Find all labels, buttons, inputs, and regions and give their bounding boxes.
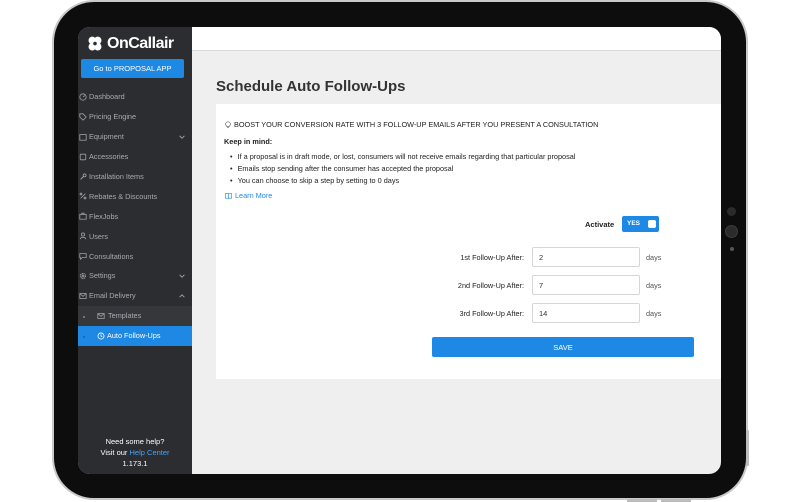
main-content: Schedule Auto Follow-Ups BOOST YOUR CONV…	[192, 51, 721, 474]
chevron-up-icon[interactable]	[178, 292, 186, 300]
page-title-prefix: Schedule	[216, 78, 283, 95]
lightbulb-icon	[225, 120, 231, 128]
go-to-proposal-app-button[interactable]: Go to PROPOSAL APP	[81, 59, 184, 78]
sidebar-item-dashboard[interactable]: Dashboard	[78, 87, 192, 107]
sidebar-item-flexjobs[interactable]: FlexJobs	[78, 206, 192, 226]
sidebar-item-label: Auto Follow-Ups	[107, 331, 161, 341]
sidebar-item-equipment[interactable]: Equipment	[78, 127, 192, 147]
activate-label: Activate	[585, 220, 615, 229]
activate-toggle[interactable]: YES	[622, 216, 659, 232]
page-title: Schedule Auto Follow-Ups	[216, 78, 405, 95]
chevron-down-icon[interactable]	[178, 272, 186, 280]
sidebar-item-label: Consultations	[89, 251, 134, 261]
help-prefix: Visit our	[100, 448, 128, 457]
sidebar-item-label: Email Delivery	[89, 291, 136, 301]
help-center-link[interactable]: Help Center	[130, 448, 170, 457]
dashboard-icon	[78, 92, 87, 101]
camera-lens	[725, 225, 738, 238]
sidebar: OnCallair Go to PROPOSAL APP Dashboard P…	[78, 27, 192, 474]
followup-2-input[interactable]: 7	[532, 275, 640, 295]
headline-text: BOOST YOUR CONVERSION RATE WITH 3 FOLLOW…	[234, 120, 599, 129]
sidebar-item-label: Installation Items	[89, 172, 144, 181]
mail-icon	[78, 291, 87, 300]
sidebar-item-users[interactable]: Users	[78, 226, 192, 246]
followup-2-label: 2nd Follow-Up After:	[457, 281, 524, 290]
briefcase-icon	[78, 212, 87, 221]
sidebar-item-label: Equipment	[89, 132, 124, 142]
followup-1-unit: days	[646, 253, 662, 262]
app-version: 1.173.1	[122, 459, 148, 468]
percent-icon	[78, 192, 87, 201]
learn-more-link[interactable]: Learn More	[224, 191, 272, 200]
followup-3-label: 3rd Follow-Up After:	[459, 309, 524, 318]
sidebar-subitem-templates[interactable]: Templates	[78, 305, 192, 326]
camera-dot	[727, 207, 736, 216]
gear-icon	[78, 271, 87, 280]
save-button[interactable]: SAVE	[432, 337, 694, 357]
sensor-dot	[730, 247, 734, 251]
bullet-dot	[83, 315, 85, 318]
users-icon	[78, 232, 87, 241]
sidebar-subitem-auto-follow-ups[interactable]: Auto Follow-Ups	[78, 325, 192, 346]
toggle-state-text: YES	[627, 220, 641, 227]
clock-icon	[96, 331, 105, 340]
sidebar-item-label: Accessories	[89, 152, 129, 162]
followup-2-unit: days	[646, 281, 662, 290]
chevron-down-icon[interactable]	[178, 133, 186, 141]
brand-name: OnCallair	[107, 35, 174, 52]
sidebar-item-email-delivery[interactable]: Email Delivery	[78, 286, 192, 306]
bullet-dot	[83, 335, 85, 338]
chat-icon	[78, 252, 87, 261]
sidebar-item-label: Templates	[108, 311, 142, 321]
sidebar-item-label: Users	[89, 231, 109, 241]
sidebar-item-settings[interactable]: Settings	[78, 266, 192, 286]
sidebar-item-consultations[interactable]: Consultations	[78, 246, 192, 266]
sidebar-item-label: Dashboard	[89, 92, 125, 102]
wrench-icon	[78, 172, 87, 181]
sidebar-item-label: Settings	[89, 271, 116, 281]
sidebar-item-installation-items[interactable]: Installation Items	[78, 167, 192, 187]
help-box: Need some help? Visit our Help Center 1.…	[78, 436, 192, 469]
puzzle-icon	[78, 152, 87, 161]
sidebar-item-rebates-discounts[interactable]: Rebates & Discounts	[78, 186, 192, 206]
clover-logo-icon	[86, 35, 104, 53]
followup-3-input[interactable]: 14	[532, 303, 640, 323]
help-title: Need some help?	[105, 437, 165, 446]
sidebar-item-label: Rebates & Discounts	[89, 191, 158, 201]
tablet-side-button	[746, 430, 749, 466]
list-item: If a proposal is in draft mode, or lost,…	[230, 151, 576, 163]
brand-logo[interactable]: OnCallair	[86, 33, 174, 55]
book-icon	[224, 192, 233, 199]
follow-ups-card: BOOST YOUR CONVERSION RATE WITH 3 FOLLOW…	[216, 104, 721, 379]
keep-in-mind-heading: Keep in mind:	[224, 137, 273, 146]
sidebar-item-accessories[interactable]: Accessories	[78, 147, 192, 167]
sidebar-nav: Dashboard Pricing Engine Equipment Acces…	[78, 87, 192, 346]
list-item: You can choose to skip a step by setting…	[230, 175, 575, 187]
tag-icon	[78, 112, 87, 121]
sidebar-item-pricing-engine[interactable]: Pricing Engine	[78, 107, 192, 127]
list-item: Emails stop sending after the consumer h…	[230, 163, 575, 175]
toggle-knob	[648, 220, 656, 228]
followup-3-unit: days	[646, 309, 662, 318]
page-title-bold: Auto Follow-Ups	[286, 78, 406, 95]
followup-1-input[interactable]: 2	[532, 247, 640, 267]
box-icon	[78, 132, 87, 141]
top-bar	[192, 27, 721, 51]
headline: BOOST YOUR CONVERSION RATE WITH 3 FOLLOW…	[224, 120, 598, 129]
sidebar-item-label: FlexJobs	[89, 211, 119, 221]
help-text: Visit our Help Center	[78, 447, 192, 458]
learn-more-label: Learn More	[235, 191, 273, 200]
followup-1-label: 1st Follow-Up After:	[460, 253, 524, 262]
envelope-icon	[96, 311, 105, 320]
screen: OnCallair Go to PROPOSAL APP Dashboard P…	[78, 27, 721, 474]
notes-list: If a proposal is in draft mode, or lost,…	[230, 151, 576, 187]
sidebar-item-label: Pricing Engine	[89, 112, 137, 122]
